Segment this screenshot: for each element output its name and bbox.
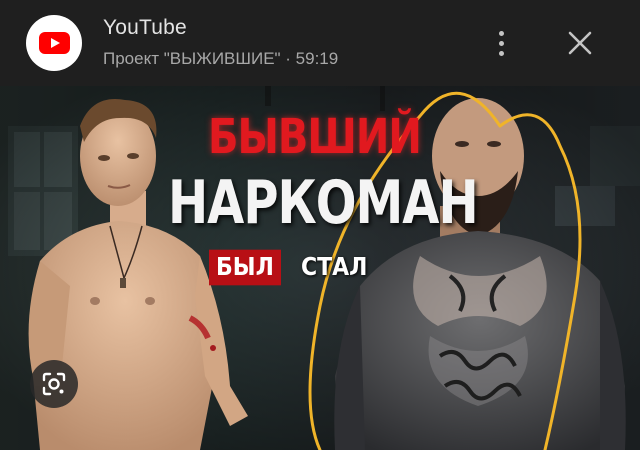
thumbnail-title-line1: БЫВШИЙ — [208, 110, 422, 166]
app-name: YouTube — [103, 16, 187, 39]
video-thumbnail[interactable]: БЫВШИЙ НАРКОМАН БЫЛ СТАЛ — [0, 86, 640, 450]
youtube-logo-icon — [38, 32, 70, 54]
before-label: БЫЛ — [209, 249, 281, 286]
google-lens-icon — [42, 372, 66, 396]
more-vert-icon[interactable] — [488, 26, 514, 60]
google-lens-button[interactable] — [30, 360, 78, 408]
app-avatar — [26, 15, 82, 71]
after-label: СТАЛ — [301, 253, 368, 282]
thumbnail-title-line2: НАРКОМАН — [168, 168, 479, 238]
video-subtitle: Проект "ВЫЖИВШИЕ" · 59:19 — [103, 49, 339, 68]
notification-header: YouTube Проект "ВЫЖИВШИЕ" · 59:19 — [0, 0, 640, 86]
close-icon[interactable] — [563, 26, 597, 60]
